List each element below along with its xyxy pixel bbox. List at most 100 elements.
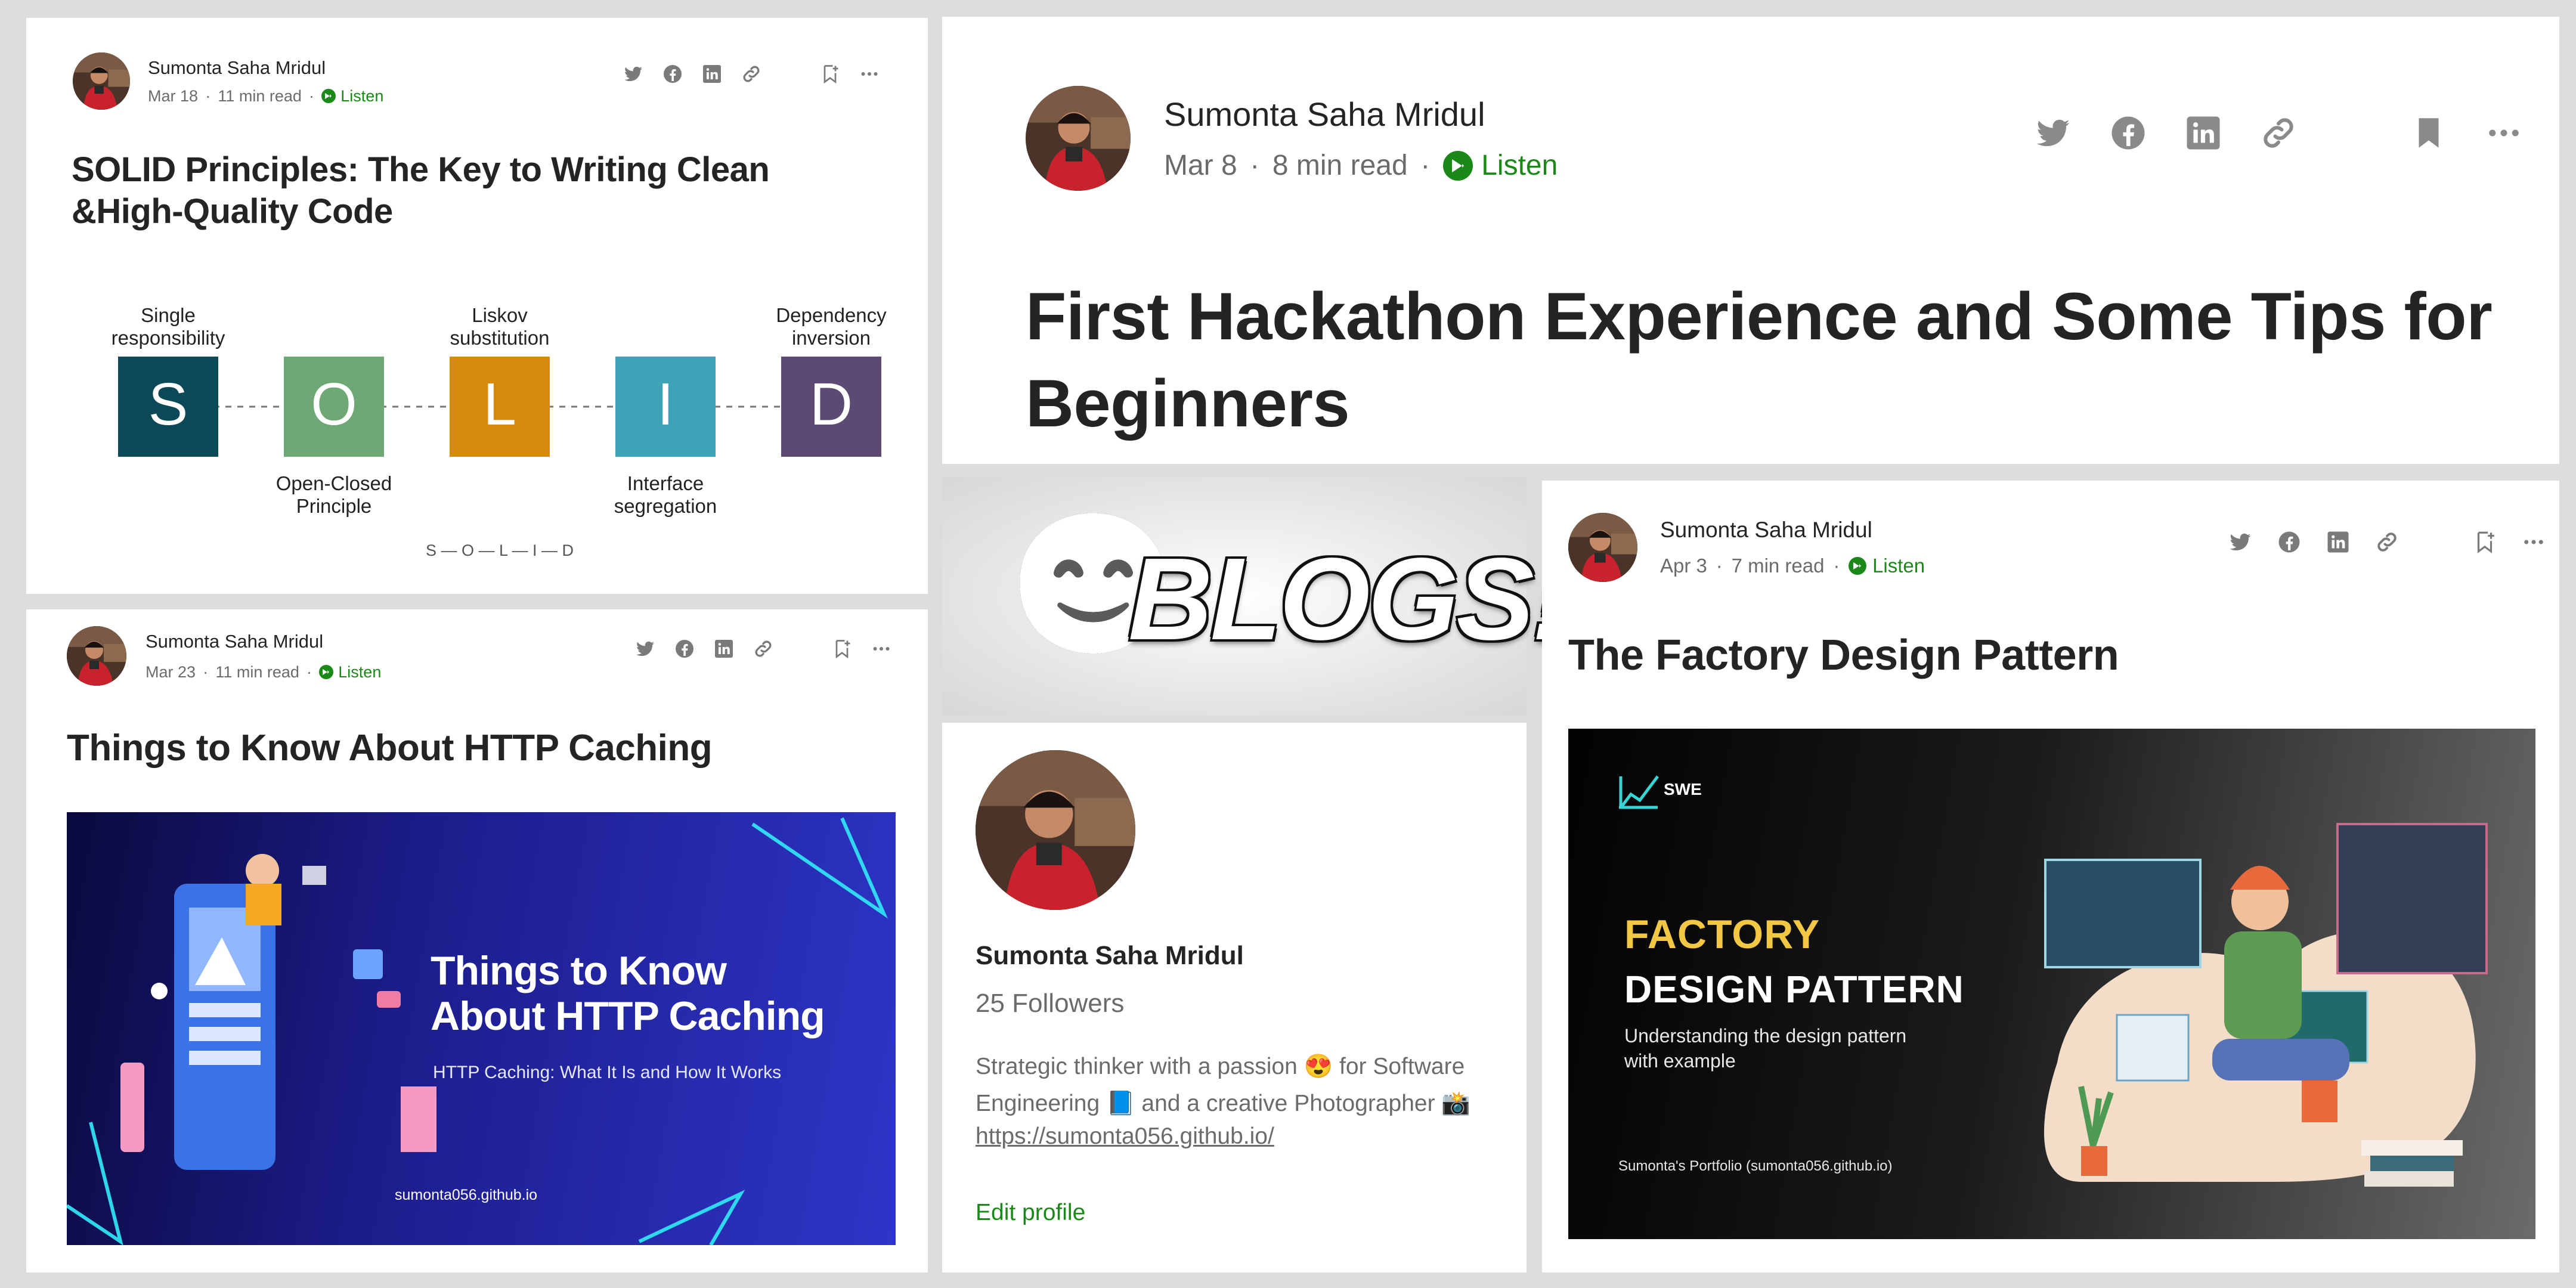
solid-top-label: Liskov <box>472 304 528 326</box>
read-time: 7 min read <box>1731 555 1825 577</box>
article-card-hackathon[interactable]: Sumonta Saha Mridul Mar 8 · 8 min read · L… <box>942 17 2559 464</box>
solid-top-label: Dependency <box>776 304 887 326</box>
link-icon[interactable] <box>2259 113 2298 153</box>
author-row: Sumonta Saha Mridul Mar 8 · 8 min read · L… <box>1026 86 1558 191</box>
more-icon[interactable] <box>2484 113 2524 153</box>
link-icon[interactable] <box>2374 530 2399 555</box>
facebook-icon[interactable] <box>662 63 683 85</box>
twitter-icon[interactable] <box>634 638 656 660</box>
banner-site: sumonta056.github.io <box>395 1187 538 1203</box>
profile-bio: Strategic thinker with a passion 😍 for S… <box>976 1054 1470 1116</box>
author-name[interactable]: Sumonta Saha Mridul <box>145 631 381 652</box>
banner-heading: Things to Know About HTTP Caching <box>431 948 825 1039</box>
linkedin-icon[interactable] <box>701 63 723 85</box>
solid-footer: S — O — L — I — D <box>426 541 574 559</box>
profile-avatar[interactable] <box>976 750 1135 910</box>
share-actions <box>2033 113 2524 153</box>
http-caching-banner: Things to Know About HTTP Caching HTTP C… <box>67 812 896 1245</box>
linkedin-icon[interactable] <box>2184 113 2223 153</box>
more-icon[interactable] <box>859 63 880 85</box>
bookmark-icon[interactable] <box>2409 113 2448 153</box>
share-actions <box>2228 530 2546 555</box>
twitter-icon[interactable] <box>2033 113 2073 153</box>
listen-button[interactable]: Listen <box>1442 149 1558 182</box>
banner-line2: DESIGN PATTERN <box>1624 968 1964 1011</box>
linkedin-icon[interactable] <box>713 638 735 660</box>
solid-bottom-label: segregation <box>614 495 717 517</box>
solid-diagram: S Single responsibility O Open-Closed Princip… <box>62 280 897 566</box>
article-title[interactable]: First Hackathon Experience and Some Tips… <box>1026 273 2504 447</box>
read-time: 8 min read <box>1272 150 1408 181</box>
solid-letter: L <box>483 371 516 438</box>
banner-line1: FACTORY <box>1624 912 1820 957</box>
play-icon <box>1849 557 1867 575</box>
blogs-hero: 😊 BLOGS! <box>942 477 1571 716</box>
listen-button[interactable]: Listen <box>1849 555 1925 577</box>
hero-text: BLOGS! <box>1128 534 1571 664</box>
facebook-icon[interactable] <box>2109 113 2148 153</box>
post-date: Mar 8 <box>1164 150 1237 181</box>
avatar[interactable] <box>1026 86 1131 191</box>
profile-link[interactable]: https://sumonta056.github.io/ <box>976 1123 1274 1150</box>
facebook-icon[interactable] <box>674 638 695 660</box>
linkedin-icon[interactable] <box>2326 530 2351 555</box>
solid-bottom-label: Open-Closed <box>276 472 392 494</box>
read-time: 11 min read <box>218 86 302 105</box>
solid-letter: I <box>657 371 674 438</box>
banner-brand: SWE <box>1664 780 1702 798</box>
factory-pattern-banner: SWE FACTORY DESIGN PATTERN Understanding… <box>1568 729 2535 1239</box>
banner-footer: Sumonta's Portfolio (sumonta056.github.i… <box>1618 1158 1893 1174</box>
swe-logo-icon <box>1619 775 1659 809</box>
followers-count[interactable]: 25 Followers <box>976 989 1124 1018</box>
post-date: Apr 3 <box>1660 555 1707 577</box>
more-icon[interactable] <box>871 638 892 660</box>
edit-profile-link[interactable]: Edit profile <box>976 1200 1085 1226</box>
bookmark-add-icon[interactable] <box>2472 530 2497 555</box>
play-icon <box>321 89 336 103</box>
solid-top-label: inversion <box>792 327 871 349</box>
avatar[interactable] <box>73 52 130 110</box>
bookmark-add-icon[interactable] <box>819 63 841 85</box>
avatar[interactable] <box>67 626 126 686</box>
share-actions <box>623 63 880 85</box>
article-title[interactable]: The Factory Design Pattern <box>1568 630 2522 681</box>
more-icon[interactable] <box>2521 530 2546 555</box>
bookmark-add-icon[interactable] <box>831 638 853 660</box>
author-row: Sumonta Saha Mridul Apr 3 · 7 min read · L… <box>1568 513 1925 582</box>
author-row: Sumonta Saha Mridul Mar 18 · 11 min read ·… <box>73 52 383 110</box>
avatar[interactable] <box>1568 513 1637 582</box>
solid-letter: D <box>810 371 853 438</box>
article-card-solid[interactable]: Sumonta Saha Mridul Mar 18 · 11 min read ·… <box>26 18 928 594</box>
banner-subtitle: Understanding the design pattern with ex… <box>1624 1025 1907 1072</box>
link-icon[interactable] <box>753 638 774 660</box>
link-icon[interactable] <box>741 63 762 85</box>
listen-button[interactable]: Listen <box>319 663 381 682</box>
play-icon <box>319 665 334 679</box>
post-date: Mar 18 <box>148 86 199 105</box>
listen-button[interactable]: Listen <box>321 87 383 106</box>
solid-top-label: substitution <box>450 327 550 349</box>
author-row: Sumonta Saha Mridul Mar 23 · 11 min read ·… <box>67 626 381 686</box>
profile-name[interactable]: Sumonta Saha Mridul <box>976 941 1244 971</box>
twitter-icon[interactable] <box>623 63 644 85</box>
facebook-icon[interactable] <box>2277 530 2302 555</box>
article-title[interactable]: Things to Know About HTTP Caching <box>67 726 890 770</box>
share-actions <box>634 638 892 660</box>
banner-subtitle: HTTP Caching: What It Is and How It Work… <box>433 1063 782 1082</box>
solid-top-label: Single <box>141 304 196 326</box>
play-icon <box>1442 150 1473 181</box>
solid-letter: O <box>311 371 357 438</box>
solid-bottom-label: Interface <box>627 472 704 494</box>
solid-bottom-label: Principle <box>296 495 372 517</box>
author-name[interactable]: Sumonta Saha Mridul <box>1660 518 1925 543</box>
article-title[interactable]: SOLID Principles: The Key to Writing Cle… <box>72 149 847 232</box>
twitter-icon[interactable] <box>2228 530 2253 555</box>
article-card-http-caching[interactable]: Sumonta Saha Mridul Mar 23 · 11 min read ·… <box>26 609 928 1272</box>
author-name[interactable]: Sumonta Saha Mridul <box>148 57 383 79</box>
solid-top-label: responsibility <box>112 327 225 349</box>
read-time: 11 min read <box>215 662 299 681</box>
author-name[interactable]: Sumonta Saha Mridul <box>1164 95 1558 134</box>
solid-letter: S <box>148 371 188 438</box>
post-date: Mar 23 <box>145 662 196 681</box>
article-card-factory[interactable]: Sumonta Saha Mridul Apr 3 · 7 min read · L… <box>1542 481 2559 1272</box>
